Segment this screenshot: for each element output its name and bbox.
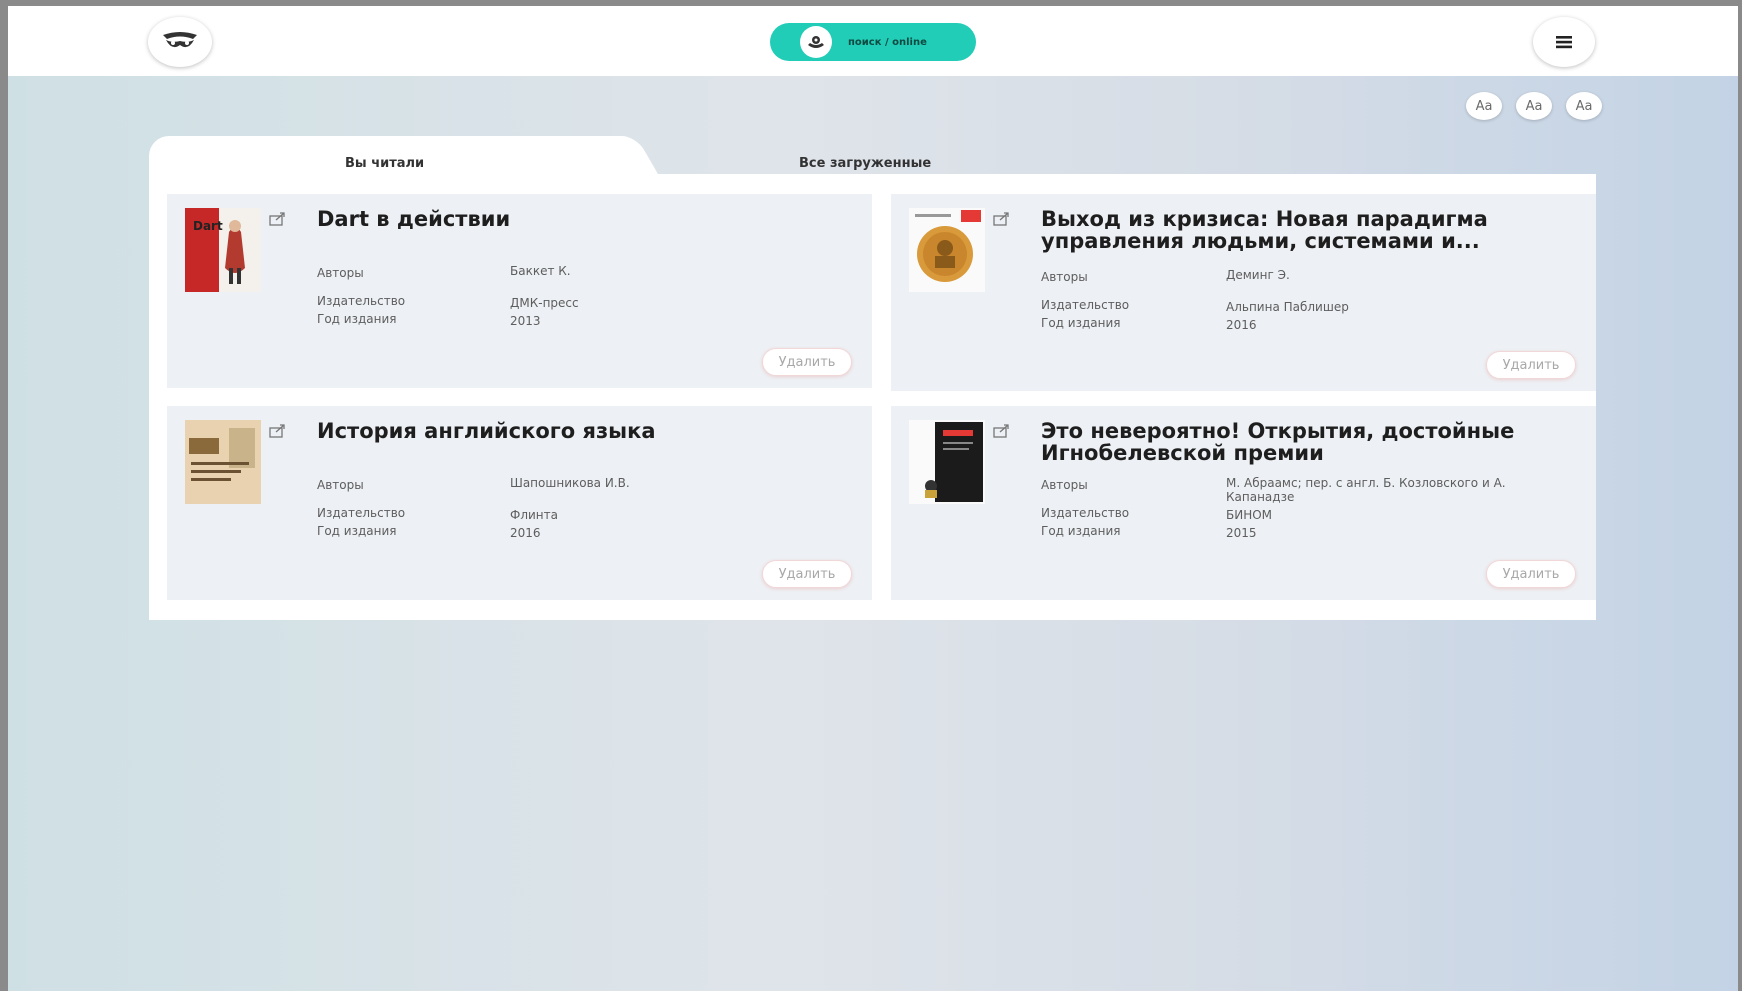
book-card: Это невероятно! Открытия, достойные Игно… bbox=[891, 406, 1596, 600]
publisher-label: Издательство bbox=[317, 506, 406, 520]
authors-value: Шапошникова И.В. bbox=[510, 476, 630, 490]
font-size-medium-label: Aa bbox=[1525, 98, 1543, 114]
font-size-medium-button[interactable]: Aa bbox=[1516, 92, 1552, 120]
font-size-small-label: Aa bbox=[1475, 98, 1493, 114]
publisher-label: Издательство bbox=[1041, 298, 1130, 312]
font-size-large-label: Aa bbox=[1575, 98, 1593, 114]
search-online-button[interactable]: поиск / online bbox=[770, 23, 976, 61]
share-icon[interactable] bbox=[991, 422, 1011, 440]
authors-value: Деминг Э. bbox=[1226, 268, 1290, 282]
year-label: Год издания bbox=[317, 312, 397, 326]
publisher-label: Издательство bbox=[1041, 506, 1130, 520]
year-label: Год издания bbox=[1041, 316, 1121, 330]
authors-value: Баккет К. bbox=[510, 264, 571, 278]
book-card: История английского языка Авторы Шапошни… bbox=[167, 406, 872, 600]
menu-button[interactable] bbox=[1533, 17, 1595, 67]
tab-read-label[interactable]: Вы читали bbox=[345, 156, 424, 171]
authors-label: Авторы bbox=[1041, 478, 1088, 492]
publisher-label: Издательство bbox=[317, 294, 406, 308]
year-value: 2013 bbox=[510, 314, 541, 328]
book-card: Dart Dart в действии Авторы Баккет К. Из… bbox=[167, 194, 872, 388]
book-title[interactable]: История английского языка bbox=[317, 420, 837, 442]
book-title[interactable]: Выход из кризиса: Новая парадигма управл… bbox=[1041, 208, 1561, 252]
font-size-large-button[interactable]: Aa bbox=[1566, 92, 1602, 120]
year-value: 2015 bbox=[1226, 526, 1257, 540]
delete-button[interactable]: Удалить bbox=[1486, 351, 1576, 379]
book-cover[interactable] bbox=[185, 420, 261, 504]
font-size-small-button[interactable]: Aa bbox=[1466, 92, 1502, 120]
share-icon[interactable] bbox=[267, 422, 287, 440]
authors-label: Авторы bbox=[317, 478, 364, 492]
book-cover[interactable] bbox=[909, 420, 985, 504]
authors-label: Авторы bbox=[317, 266, 364, 280]
book-cover[interactable]: Dart bbox=[185, 208, 261, 292]
search-online-label: поиск / online bbox=[848, 36, 927, 48]
search-online-icon bbox=[800, 26, 832, 58]
top-bar: поиск / online bbox=[8, 6, 1738, 76]
delete-button[interactable]: Удалить bbox=[762, 348, 852, 376]
logo[interactable] bbox=[148, 17, 212, 67]
publisher-value: Альпина Паблишер bbox=[1226, 300, 1349, 314]
cover-title-text: Dart bbox=[193, 219, 223, 233]
owl-logo-icon bbox=[163, 32, 197, 48]
book-card: Выход из кризиса: Новая парадигма управл… bbox=[891, 194, 1596, 391]
share-icon[interactable] bbox=[991, 210, 1011, 228]
year-label: Год издания bbox=[1041, 524, 1121, 538]
publisher-value: БИНОМ bbox=[1226, 508, 1273, 522]
books-panel: Dart Dart в действии Авторы Баккет К. Из… bbox=[149, 174, 1596, 620]
app-window: поиск / online Aa Aa Aa Вы читали Все за… bbox=[8, 6, 1738, 991]
hamburger-menu-icon bbox=[1556, 36, 1572, 49]
delete-button[interactable]: Удалить bbox=[1486, 560, 1576, 588]
authors-label: Авторы bbox=[1041, 270, 1088, 284]
book-title[interactable]: Это невероятно! Открытия, достойные Игно… bbox=[1041, 420, 1561, 464]
authors-value: М. Абраамс; пер. с англ. Б. Козловского … bbox=[1226, 476, 1506, 504]
publisher-value: Флинта bbox=[510, 508, 558, 522]
book-title[interactable]: Dart в действии bbox=[317, 208, 837, 230]
delete-button[interactable]: Удалить bbox=[762, 560, 852, 588]
share-icon[interactable] bbox=[267, 210, 287, 228]
year-label: Год издания bbox=[317, 524, 397, 538]
publisher-value: ДМК-пресс bbox=[510, 296, 579, 310]
tab-all-uploaded[interactable]: Все загруженные bbox=[799, 156, 931, 171]
year-value: 2016 bbox=[510, 526, 541, 540]
book-cover[interactable] bbox=[909, 208, 985, 292]
year-value: 2016 bbox=[1226, 318, 1257, 332]
